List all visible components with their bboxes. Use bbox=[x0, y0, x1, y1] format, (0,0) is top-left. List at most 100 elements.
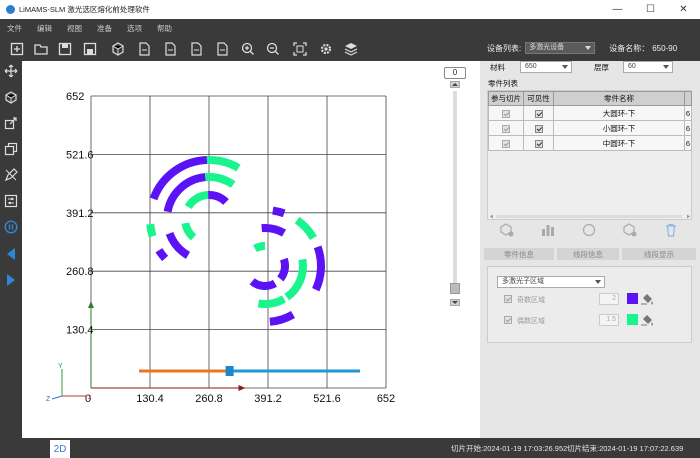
pause-icon[interactable] bbox=[3, 219, 19, 235]
x-axis-arrow bbox=[238, 385, 246, 391]
zoom-out-icon[interactable] bbox=[265, 41, 281, 57]
triad-y-label: Y bbox=[58, 363, 63, 370]
col-name-header[interactable]: 零件名称 bbox=[553, 91, 685, 106]
menu-file[interactable]: 文件 bbox=[7, 23, 22, 34]
add-part-icon[interactable] bbox=[110, 41, 126, 57]
visible-checkbox[interactable] bbox=[534, 139, 543, 148]
tab-segment-info[interactable]: 线段信息 bbox=[557, 248, 619, 260]
chart-icon[interactable] bbox=[541, 223, 555, 239]
minimize-button[interactable]: — bbox=[601, 0, 634, 19]
menu-prepare[interactable]: 准备 bbox=[97, 23, 112, 34]
device-name-label: 设备名称： bbox=[609, 43, 650, 53]
circle-icon[interactable] bbox=[582, 223, 596, 239]
odd-region-value[interactable]: 2 bbox=[599, 293, 619, 305]
odd-color-swatch[interactable] bbox=[627, 293, 638, 304]
tab-part-info[interactable]: 零件信息 bbox=[484, 248, 554, 260]
device-name-value: 650-90 bbox=[652, 43, 678, 53]
ring-segment bbox=[204, 173, 236, 188]
edit-icon[interactable] bbox=[3, 167, 19, 183]
triad-z-label: Z bbox=[46, 396, 51, 403]
save-as-icon[interactable] bbox=[82, 41, 98, 57]
prev-icon[interactable] bbox=[3, 246, 19, 262]
layers-icon[interactable] bbox=[343, 41, 359, 57]
add-part-icon[interactable] bbox=[500, 223, 514, 239]
delete-icon[interactable] bbox=[664, 223, 678, 239]
left-toolbar bbox=[0, 61, 22, 438]
menu-view[interactable]: 视图 bbox=[67, 23, 82, 34]
ring-segment bbox=[257, 295, 286, 308]
ring-segment bbox=[277, 257, 289, 282]
material-label: 材料 bbox=[490, 63, 505, 72]
even-region-checkbox[interactable] bbox=[504, 316, 512, 324]
visible-checkbox[interactable] bbox=[534, 124, 543, 133]
table-row[interactable]: 小圆环-下 6 bbox=[488, 120, 692, 136]
ring-segment bbox=[206, 156, 241, 172]
odd-region-checkbox[interactable] bbox=[504, 295, 512, 303]
table-row[interactable]: 大圆环-下 6 bbox=[488, 105, 692, 121]
y-axis-arrow bbox=[88, 301, 94, 308]
material-select[interactable]: 650 bbox=[520, 61, 572, 73]
scale-icon[interactable] bbox=[3, 115, 19, 131]
slice-checkbox[interactable] bbox=[502, 109, 510, 118]
export-icon[interactable] bbox=[162, 41, 178, 57]
ring-segment bbox=[207, 191, 229, 206]
device-list-label: 设备列表: bbox=[487, 43, 522, 53]
table-row[interactable]: 中圆环-下 6 bbox=[488, 135, 692, 151]
menu-edit[interactable]: 编辑 bbox=[37, 23, 52, 34]
adjust-icon[interactable] bbox=[3, 193, 19, 209]
settings-icon[interactable] bbox=[318, 41, 334, 57]
device-select[interactable]: 多激光设备 bbox=[525, 42, 596, 54]
title-bar: LiMAMS-SLM 激光选区熔化前处理软件 — ☐ ✕ bbox=[0, 0, 700, 19]
ring-segment bbox=[165, 231, 191, 259]
region-select[interactable]: 多激光子区域 bbox=[497, 276, 605, 288]
even-color-swatch[interactable] bbox=[627, 314, 638, 325]
ring-segment bbox=[294, 216, 317, 241]
even-region-value[interactable]: 1.5 bbox=[599, 314, 619, 326]
layer-value-box[interactable]: 0 bbox=[444, 67, 466, 79]
triad-x-label: x bbox=[88, 394, 92, 401]
paint-bucket-icon[interactable] bbox=[640, 292, 654, 308]
layer-down-button[interactable] bbox=[450, 299, 460, 306]
export-icon[interactable] bbox=[214, 41, 230, 57]
tab-segment-display[interactable]: 线段显示 bbox=[622, 248, 696, 260]
part-name: 大圆环-下 bbox=[553, 105, 685, 121]
view-2d-tab[interactable]: 2D bbox=[50, 440, 70, 458]
slice-checkbox[interactable] bbox=[502, 139, 510, 148]
slice-view-canvas[interactable]: 130.4 130.4 260.8 260.8 391.2 391.2 521.6 521.6… bbox=[22, 61, 480, 438]
y-tick-label: 391.2 bbox=[66, 208, 94, 220]
paint-bucket-icon[interactable] bbox=[640, 313, 654, 329]
fit-view-icon[interactable] bbox=[292, 41, 308, 57]
layer-thickness-select[interactable]: 60 bbox=[623, 61, 673, 73]
slice-checkbox[interactable] bbox=[502, 124, 510, 133]
layer-slider-track[interactable] bbox=[453, 91, 457, 291]
close-button[interactable]: ✕ bbox=[667, 0, 700, 19]
menu-help[interactable]: 帮助 bbox=[157, 23, 172, 34]
maximize-button[interactable]: ☐ bbox=[634, 0, 667, 19]
ring-segment bbox=[249, 278, 277, 290]
menu-bar: 文件 编辑 视图 准备 选项 帮助 bbox=[0, 19, 700, 37]
menu-options[interactable]: 选项 bbox=[127, 23, 142, 34]
y-tick-label: 130.4 bbox=[66, 325, 94, 337]
col-slice-header[interactable]: 参与切片 bbox=[488, 91, 524, 106]
next-icon[interactable] bbox=[3, 272, 19, 288]
parts-hscrollbar[interactable] bbox=[488, 212, 692, 219]
new-file-icon[interactable] bbox=[9, 41, 25, 57]
save-icon[interactable] bbox=[57, 41, 73, 57]
move-icon[interactable] bbox=[3, 63, 19, 79]
copy-icon[interactable] bbox=[3, 141, 19, 157]
ring-segment bbox=[261, 224, 286, 237]
export-icon[interactable] bbox=[136, 41, 152, 57]
layer-slider-handle[interactable] bbox=[450, 283, 460, 294]
export-icon[interactable] bbox=[188, 41, 204, 57]
col-extra-header bbox=[684, 91, 692, 106]
zoom-in-icon[interactable] bbox=[240, 41, 256, 57]
remove-icon[interactable] bbox=[623, 223, 637, 239]
col-visible-header[interactable]: 可见性 bbox=[523, 91, 554, 106]
rotate-icon[interactable] bbox=[3, 89, 19, 105]
visible-checkbox[interactable] bbox=[534, 109, 543, 118]
ring-segment bbox=[184, 191, 209, 210]
x-tick-label: 391.2 bbox=[254, 393, 282, 405]
part-name: 小圆环-下 bbox=[553, 120, 685, 136]
layer-up-button[interactable] bbox=[450, 81, 460, 88]
open-folder-icon[interactable] bbox=[33, 41, 49, 57]
